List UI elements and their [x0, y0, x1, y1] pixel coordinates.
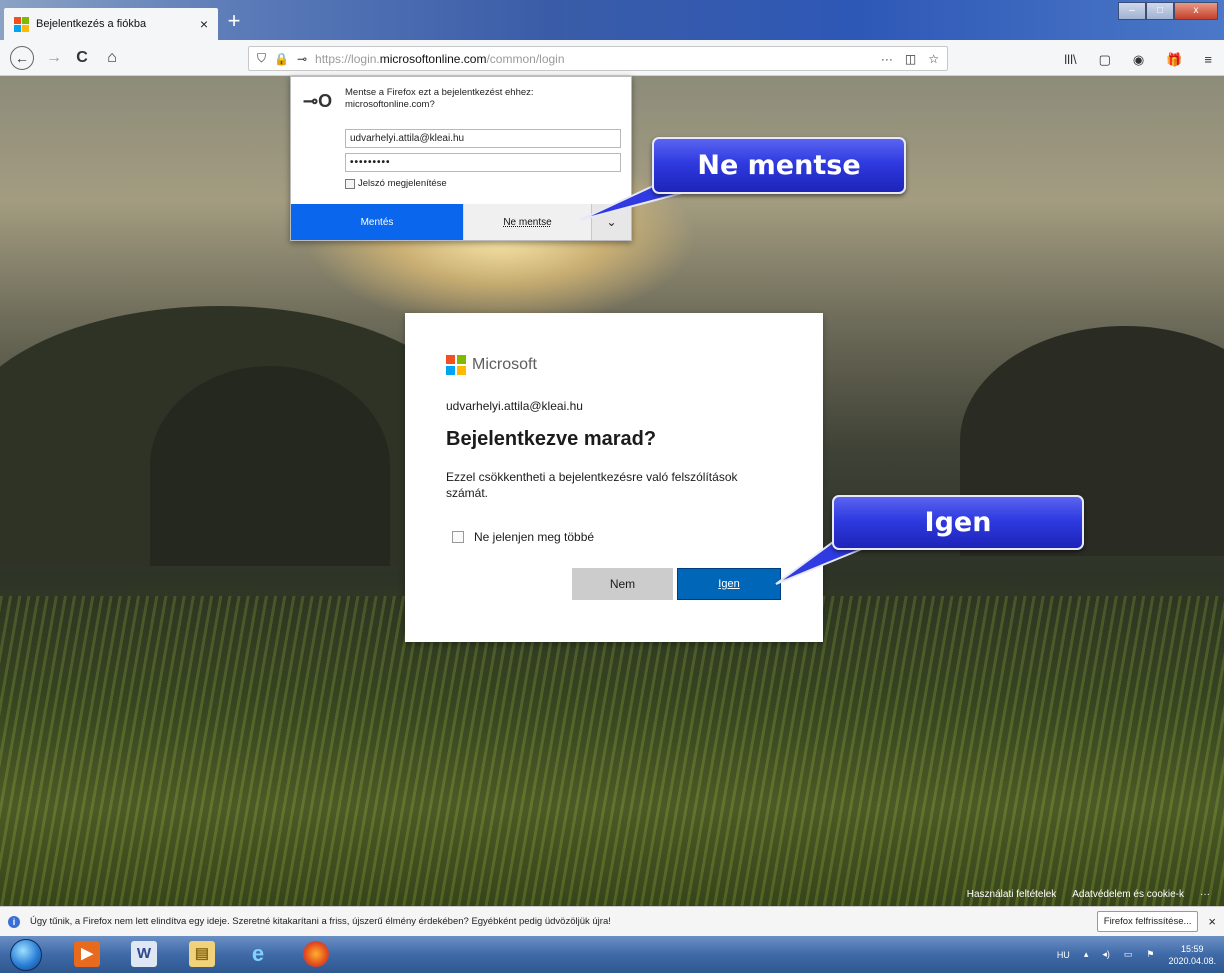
notification-close-icon[interactable]: ×	[1208, 914, 1216, 929]
tab-title: Bejelentkezés a fiókba	[36, 18, 147, 30]
tray-arrow-icon[interactable]: ▴	[1084, 949, 1089, 960]
volume-icon[interactable]: ◂)	[1102, 949, 1110, 960]
page-actions-icon[interactable]: ···	[881, 52, 893, 66]
account-icon[interactable]: ◉	[1133, 52, 1144, 68]
firefox-refresh-notification: i Úgy tűnik, a Firefox nem lett elindítv…	[0, 906, 1224, 936]
maximize-button[interactable]: □	[1146, 2, 1174, 20]
no-button[interactable]: Nem	[572, 568, 673, 600]
username-field[interactable]: udvarhelyi.attila@kleai.hu	[345, 129, 621, 148]
privacy-link[interactable]: Adatvédelem és cookie-k	[1072, 889, 1184, 900]
password-field[interactable]: •••••••••	[345, 153, 621, 172]
key-icon: ⊸O	[303, 91, 333, 111]
firefox-taskbar-icon[interactable]	[303, 941, 329, 967]
tab-strip: Bejelentkezés a fiókba × + – □ x	[0, 0, 1224, 40]
microsoft-brand-name: Microsoft	[472, 356, 537, 373]
address-bar[interactable]: ⛉ 🔒 ⊸ https://login. microsoftonline.com /…	[248, 46, 948, 71]
hamburger-menu-icon[interactable]: ≡	[1204, 52, 1212, 68]
bookmark-star-icon[interactable]: ☆	[928, 52, 939, 66]
language-indicator[interactable]: HU	[1057, 950, 1070, 960]
window-controls: – □ x	[1118, 2, 1218, 22]
key-icon[interactable]: ⊸	[297, 52, 307, 66]
clock-date: 2020.04.08.	[1168, 955, 1216, 966]
page-footer: Használati feltételek Adatvédelem és coo…	[967, 889, 1210, 900]
toolbar-right: lll\ ▢ ◉ 🎁 ≡	[1064, 52, 1212, 68]
network-icon[interactable]: ▭	[1124, 949, 1133, 960]
library-icon[interactable]: lll\	[1064, 52, 1076, 68]
callout-yes: Igen	[832, 495, 1084, 550]
home-button[interactable]: ⌂	[100, 46, 124, 70]
save-login-button[interactable]: Mentés	[291, 204, 463, 240]
yes-button[interactable]: Igen	[677, 568, 781, 600]
more-options-icon[interactable]: ···	[1200, 889, 1210, 900]
notification-message: Úgy tűnik, a Firefox nem lett elindítva …	[30, 916, 611, 927]
url-actions: ··· ◫ ☆	[881, 52, 939, 66]
terms-link[interactable]: Használati feltételek	[967, 889, 1057, 900]
dialog-description: Ezzel csökkentheti a bejelentkezésre val…	[446, 470, 738, 500]
clock-time: 15:59	[1180, 943, 1204, 954]
tab-close-icon[interactable]: ×	[200, 16, 208, 32]
window-close-button[interactable]: x	[1174, 2, 1218, 20]
media-player-icon[interactable]: ▶	[74, 941, 100, 967]
navigation-toolbar: ← → C ⌂ ⛉ 🔒 ⊸ https://login. microsoftonl…	[0, 40, 1224, 76]
pocket-icon[interactable]: ◫	[905, 52, 916, 66]
start-button[interactable]	[10, 939, 42, 971]
browser-tab-active[interactable]: Bejelentkezés a fiókba ×	[4, 8, 218, 40]
action-center-flag-icon[interactable]: ⚑	[1146, 949, 1154, 960]
shield-icon[interactable]: ⛉	[257, 51, 266, 66]
reload-button[interactable]: C	[70, 46, 94, 70]
url-path: /common/login	[486, 51, 565, 66]
microsoft-favicon-icon	[14, 17, 29, 32]
microsoft-logo: Microsoft	[446, 355, 537, 375]
callout-dont-save: Ne mentse	[652, 137, 906, 194]
mountain-center-left	[150, 366, 390, 566]
dont-show-again-option[interactable]: Ne jelenjen meg többé	[452, 530, 594, 544]
dont-show-again-label: Ne jelenjen meg többé	[474, 530, 595, 544]
forward-button[interactable]: →	[42, 46, 66, 70]
account-email: udvarhelyi.attila@kleai.hu	[446, 399, 583, 413]
sidebar-icon[interactable]: ▢	[1099, 52, 1111, 68]
microsoft-logo-icon	[446, 355, 466, 375]
back-button[interactable]: ←	[10, 46, 34, 70]
url-host: microsoftonline.com	[379, 51, 487, 66]
new-tab-button[interactable]: +	[222, 10, 246, 34]
info-icon: i	[8, 915, 20, 928]
clock[interactable]: 15:59 2020.04.08.	[1168, 943, 1216, 967]
windows-taskbar: ▶ W ▤ e HU ▴ ◂) ▭ ⚑ 15:59 2020.04.08.	[0, 936, 1224, 973]
refresh-firefox-button[interactable]: Firefox felfrissítése...	[1096, 911, 1199, 932]
dialog-title: Bejelentkezve marad?	[446, 428, 657, 450]
minimize-button[interactable]: –	[1118, 2, 1146, 20]
word-app-icon[interactable]: W	[131, 941, 157, 967]
dont-show-again-checkbox[interactable]	[452, 531, 464, 543]
system-tray: HU ▴ ◂) ▭ ⚑ 15:59 2020.04.08.	[1057, 936, 1216, 973]
dont-save-button[interactable]: Ne mentse	[463, 204, 591, 240]
internet-explorer-icon[interactable]: e	[245, 941, 271, 967]
file-explorer-icon[interactable]: ▤	[189, 941, 215, 967]
show-password-toggle[interactable]: Jelszó megjelenítése	[345, 178, 447, 189]
save-login-message: Mentse a Firefox ezt a bejelentkezést eh…	[345, 87, 534, 110]
show-password-checkbox[interactable]	[345, 178, 355, 189]
url-prefix: https://login.	[315, 51, 380, 66]
grass-foreground	[0, 596, 1224, 906]
whats-new-gift-icon[interactable]: 🎁	[1166, 52, 1182, 68]
show-password-label: Jelszó megjelenítése	[358, 178, 447, 189]
stay-signed-in-dialog: Microsoft udvarhelyi.attila@kleai.hu Bej…	[405, 313, 823, 642]
lock-icon[interactable]: 🔒	[274, 52, 289, 66]
